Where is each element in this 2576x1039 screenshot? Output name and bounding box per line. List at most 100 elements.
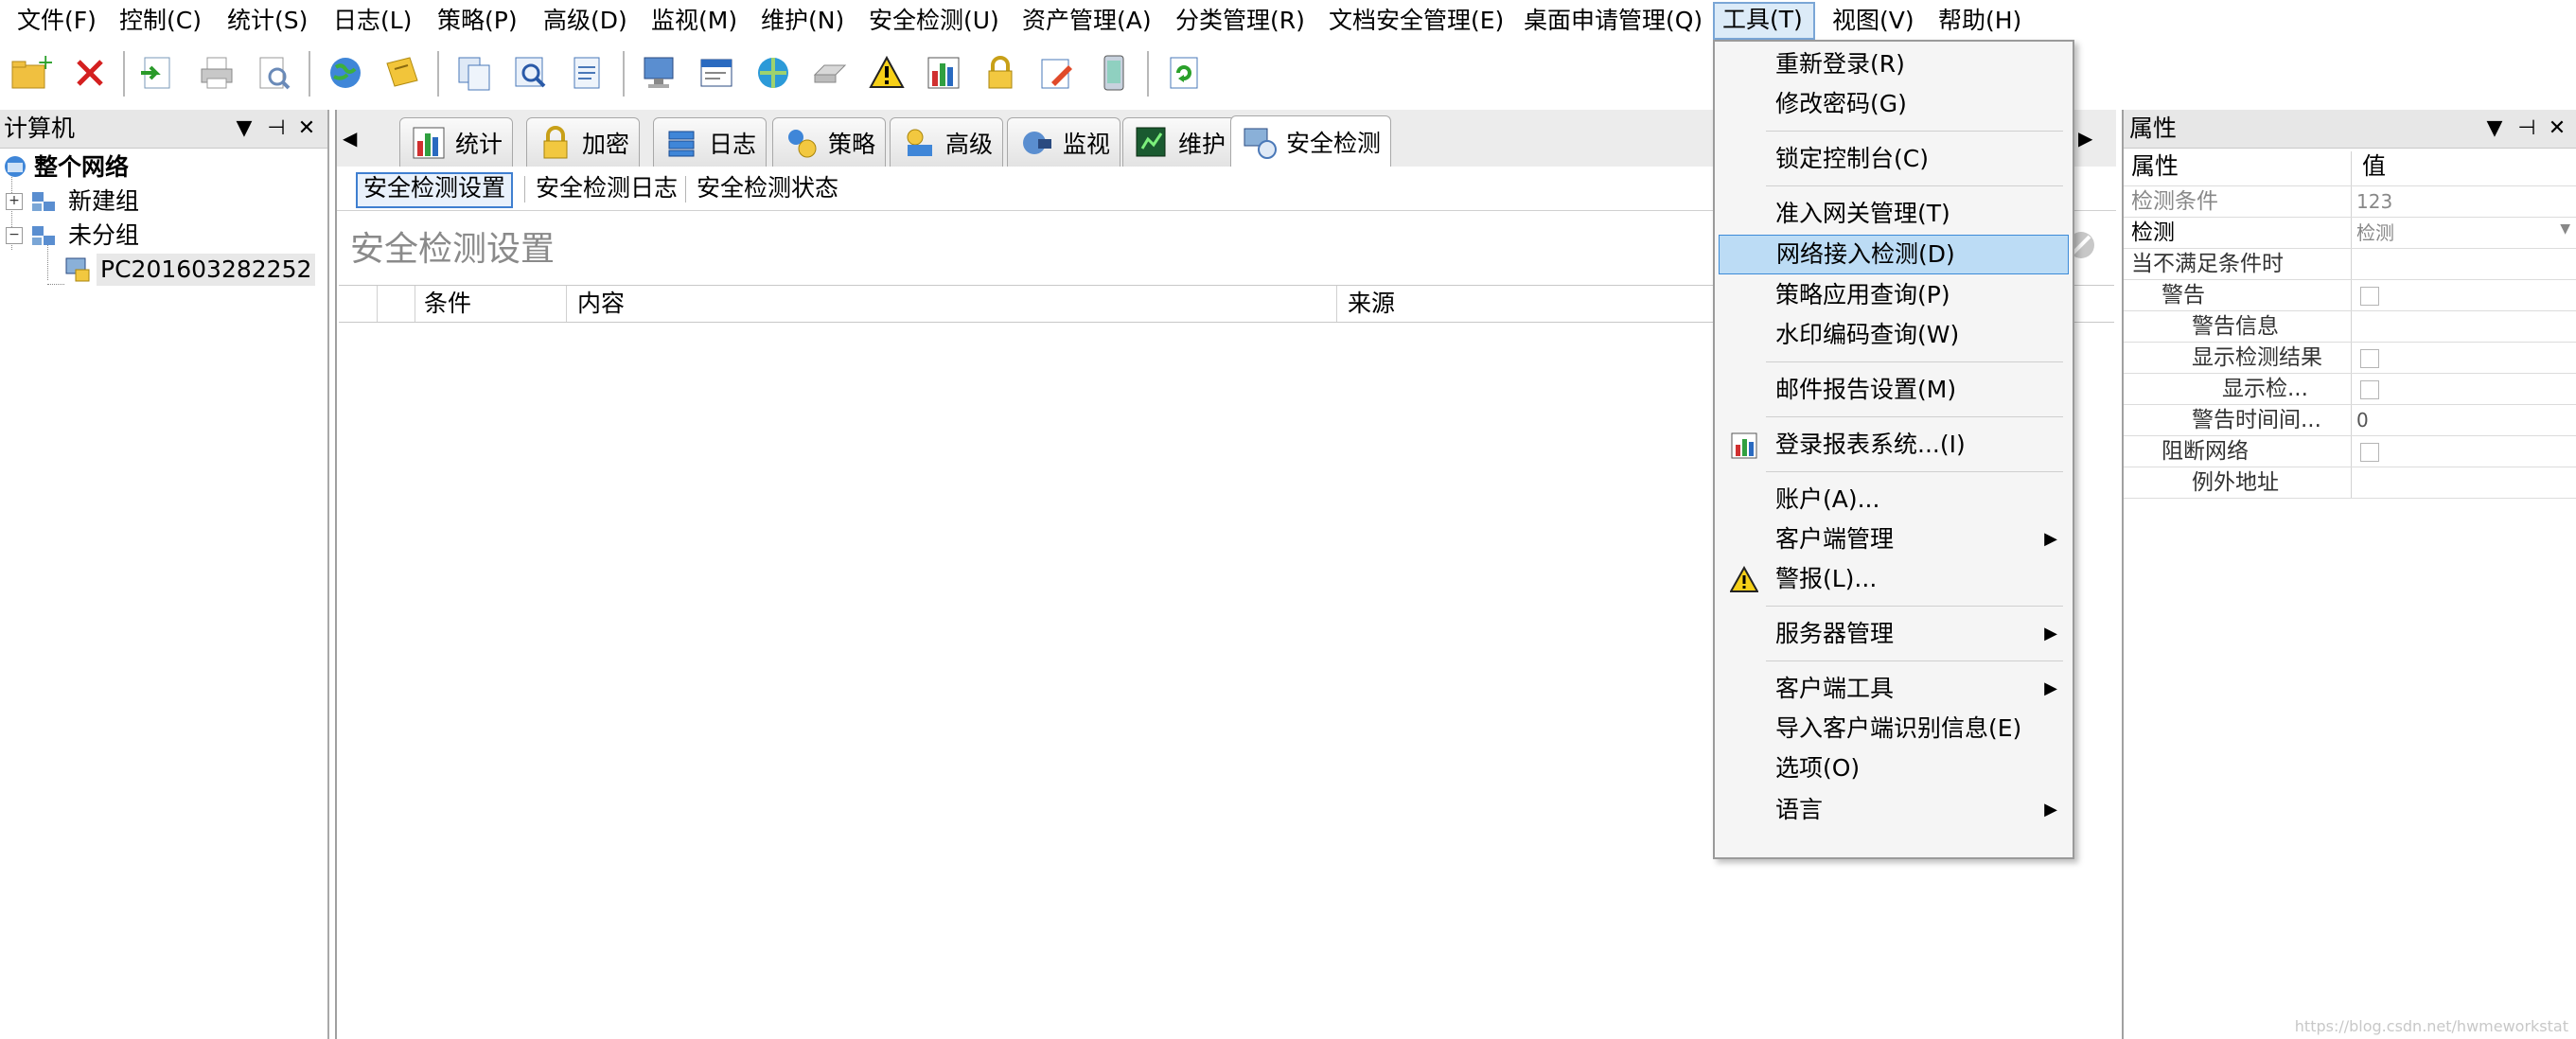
tab-label: 高级 (945, 131, 994, 158)
prop-row-exception-address[interactable]: 例外地址 (2124, 467, 2576, 499)
menu-item-mail-report-settings[interactable]: 邮件报告设置(M) (1719, 371, 2067, 409)
show-result-checkbox[interactable] (2360, 349, 2379, 368)
dropdown-arrow-icon[interactable]: ▼ (231, 110, 257, 148)
menu-category-management[interactable]: 分类管理(R) (1168, 4, 1313, 38)
globe-icon[interactable] (322, 49, 369, 97)
menu-item-gateway-management[interactable]: 准入网关管理(T) (1719, 195, 2067, 233)
menu-monitor[interactable]: 监视(M) (644, 4, 745, 38)
properties-panel: 属性 ▼ ⊣ ✕ 属性 值 检测条件 123 检测 检测 ▼ 当不满足条件时 警… (2122, 110, 2576, 1039)
search-doc-icon[interactable] (507, 49, 555, 97)
chart-icon[interactable] (920, 49, 967, 97)
prop-row-warning[interactable]: 警告 (2124, 280, 2576, 311)
menu-item-network-access-check[interactable]: 网络接入检测(D) (1719, 235, 2069, 274)
menu-item-policy-query[interactable]: 策略应用查询(P) (1719, 276, 2067, 314)
menu-control[interactable]: 控制(C) (112, 4, 209, 38)
warning-icon[interactable] (863, 49, 910, 97)
tab-security-check[interactable]: 安全检测 (1230, 115, 1392, 167)
show-detect-checkbox[interactable] (2360, 380, 2379, 399)
menu-item-options[interactable]: 选项(O) (1719, 749, 2067, 787)
menu-item-lock-console[interactable]: 锁定控制台(C) (1719, 140, 2067, 178)
menu-item-client-management[interactable]: 客户端管理 ▶ (1719, 520, 2067, 558)
tab-scroll-right-icon[interactable]: ▶ (2078, 127, 2092, 150)
close-icon[interactable]: ✕ (2544, 110, 2570, 148)
warning-icon (1730, 566, 1758, 592)
menu-item-watermark-query[interactable]: 水印编码查询(W) (1719, 316, 2067, 354)
menu-item-import-client-info[interactable]: 导入客户端识别信息(E) (1719, 710, 2067, 748)
print-preview-icon[interactable] (250, 49, 297, 97)
menu-statistics[interactable]: 统计(S) (220, 4, 315, 38)
menu-advanced[interactable]: 高级(D) (536, 4, 635, 38)
menu-help[interactable]: 帮助(H) (1931, 4, 2029, 38)
prop-row-when-not-met[interactable]: 当不满足条件时 (2124, 249, 2576, 280)
warning-checkbox[interactable] (2360, 287, 2379, 306)
prop-row-warning-interval[interactable]: 警告时间间... 0 (2124, 405, 2576, 436)
menu-item-label: 邮件报告设置(M) (1775, 376, 1957, 403)
window-icon[interactable] (693, 49, 740, 97)
menu-item-report-system[interactable]: 登录报表系统...(I) (1719, 426, 2067, 464)
column-content[interactable]: 内容 (577, 286, 625, 322)
menu-item-label: 网络接入检测(D) (1776, 240, 1955, 268)
new-folder-icon[interactable]: + (8, 49, 55, 97)
collapse-icon[interactable]: − (6, 227, 23, 244)
block-network-checkbox[interactable] (2360, 443, 2379, 462)
column-source[interactable]: 来源 (1348, 286, 1395, 322)
prop-row-warning-message[interactable]: 警告信息 (2124, 311, 2576, 343)
menu-item-change-password[interactable]: 修改密码(G) (1719, 85, 2067, 123)
phone-icon[interactable] (1090, 49, 1138, 97)
pin-icon[interactable]: ⊣ (263, 110, 290, 148)
tab-policy[interactable]: 策略 (772, 117, 887, 167)
tab-scroll-left-icon[interactable]: ◀ (343, 127, 357, 150)
tab-encryption[interactable]: 加密 (526, 117, 641, 167)
edit-icon[interactable] (1033, 49, 1081, 97)
subtab-security-settings[interactable]: 安全检测设置 (356, 172, 514, 208)
subtab-security-log[interactable]: 安全检测日志 (530, 172, 683, 204)
pin-icon[interactable]: ⊣ (2514, 110, 2540, 148)
menu-item-server-management[interactable]: 服务器管理 ▶ (1719, 615, 2067, 653)
report-icon[interactable] (564, 49, 611, 97)
prop-row-block-network[interactable]: 阻断网络 (2124, 436, 2576, 467)
prop-name: 显示检... (2222, 377, 2308, 401)
computer-icon[interactable] (636, 49, 683, 97)
prop-row-detect-condition[interactable]: 检测条件 123 (2124, 186, 2576, 218)
menu-maintain[interactable]: 维护(N) (753, 4, 852, 38)
computer-lock-icon (64, 256, 91, 283)
subtab-security-status[interactable]: 安全检测状态 (691, 172, 844, 204)
tab-advanced[interactable]: 高级 (890, 117, 1004, 167)
menu-file[interactable]: 文件(F) (9, 4, 104, 38)
dropdown-arrow-icon[interactable]: ▼ (2481, 110, 2508, 148)
tab-monitor[interactable]: 监视 (1007, 117, 1121, 167)
menu-policy[interactable]: 策略(P) (430, 4, 525, 38)
menu-view[interactable]: 视图(V) (1825, 4, 1922, 38)
prop-row-show-result[interactable]: 显示检测结果 (2124, 343, 2576, 374)
menu-item-account[interactable]: 账户(A)... (1719, 481, 2067, 519)
prop-value[interactable]: 0 (2356, 405, 2369, 435)
print-icon[interactable] (193, 49, 240, 97)
copy-icon[interactable] (450, 49, 498, 97)
menu-item-alert[interactable]: 警报(L)... (1719, 560, 2067, 598)
menu-log[interactable]: 日志(L) (326, 4, 419, 38)
note-icon[interactable] (379, 49, 426, 97)
close-icon[interactable]: ✕ (293, 110, 320, 148)
menu-item-language[interactable]: 语言 ▶ (1719, 791, 2067, 829)
tab-log[interactable]: 日志 (653, 117, 768, 167)
dropdown-arrow-icon[interactable]: ▼ (2560, 221, 2570, 237)
tab-statistics[interactable]: 统计 (399, 117, 514, 167)
menu-item-relogin[interactable]: 重新登录(R) (1719, 45, 2067, 83)
menu-desktop-request[interactable]: 桌面申请管理(Q) (1516, 4, 1710, 38)
prop-row-detect[interactable]: 检测 检测 ▼ (2124, 218, 2576, 249)
menu-security-check[interactable]: 安全检测(U) (861, 4, 1007, 38)
menu-asset-management[interactable]: 资产管理(A) (1015, 4, 1159, 38)
refresh-icon[interactable] (1160, 49, 1208, 97)
tab-maintain[interactable]: 维护 (1122, 117, 1237, 167)
lock-icon[interactable] (977, 49, 1024, 97)
import-icon[interactable] (132, 49, 180, 97)
network-globe-icon[interactable] (750, 49, 797, 97)
delete-icon[interactable] (66, 49, 114, 97)
expand-icon[interactable]: + (6, 193, 23, 210)
disk-icon[interactable] (806, 49, 854, 97)
prop-row-show-detect[interactable]: 显示检... (2124, 374, 2576, 405)
menu-item-client-tools[interactable]: 客户端工具 ▶ (1719, 670, 2067, 708)
menu-document-security[interactable]: 文档安全管理(E) (1321, 4, 1511, 38)
column-condition[interactable]: 条件 (424, 286, 471, 322)
menu-tools[interactable]: 工具(T) (1713, 2, 1815, 40)
